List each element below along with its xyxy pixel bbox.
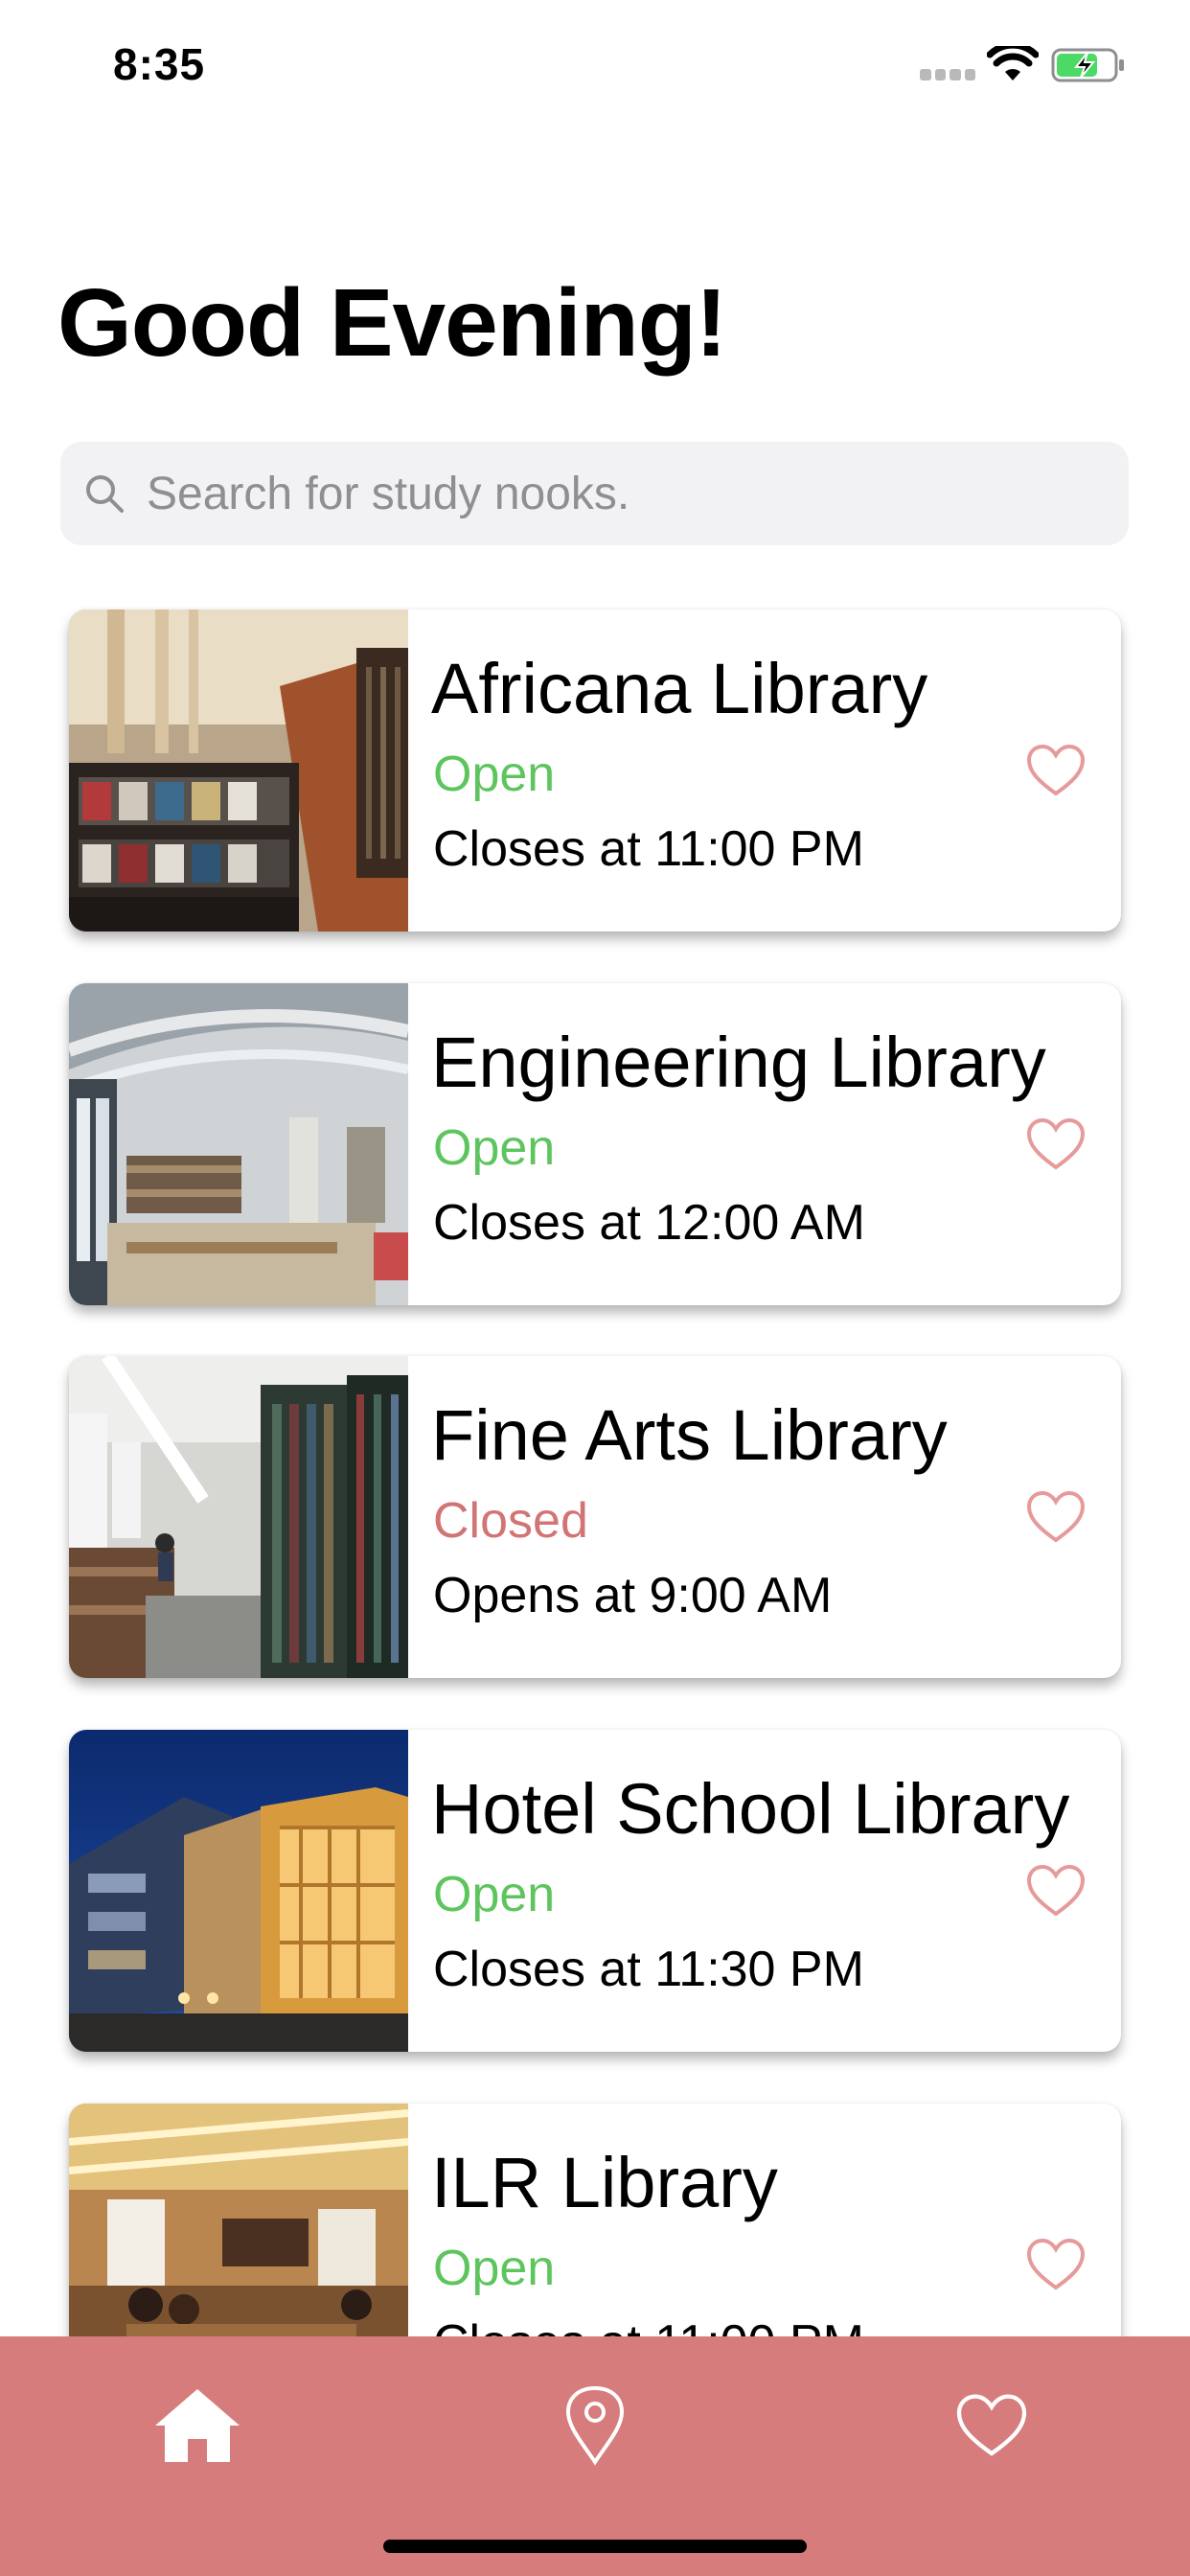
favorite-heart-icon[interactable] [1025,744,1087,797]
tab-home[interactable] [145,2373,250,2478]
library-name: Africana Library [431,649,928,728]
library-name: Engineering Library [431,1023,1046,1102]
library-hours: Closes at 11:00 PM [433,821,864,877]
favorite-heart-icon[interactable] [1025,1490,1087,1544]
search-input[interactable] [145,466,1059,521]
library-name: ILR Library [431,2143,778,2222]
favorite-heart-icon[interactable] [1025,1117,1087,1171]
home-icon [155,2389,240,2462]
library-card-hotel-school[interactable]: Hotel School Library Open Closes at 11:3… [69,1730,1121,2052]
library-photo [69,983,408,1305]
favorite-heart-icon[interactable] [1025,2238,1087,2291]
search-icon [86,475,124,513]
home-indicator[interactable] [383,2540,807,2553]
wifi-icon [987,46,1039,80]
status-bar: 8:35 [0,0,1190,126]
library-status: Open [433,1867,556,1922]
library-photo [69,1730,408,2052]
library-hours: Opens at 9:00 AM [433,1568,833,1623]
page-title: Good Evening! [57,269,727,377]
library-photo [69,1356,408,1678]
library-status: Open [433,1120,556,1176]
library-status: Closed [433,1493,588,1549]
tab-map[interactable] [542,2373,648,2478]
status-time: 8:35 [113,39,206,89]
library-hours: Closes at 12:00 AM [433,1195,865,1251]
library-status: Open [433,2241,556,2296]
library-photo [69,610,408,932]
library-card-engineering[interactable]: Engineering Library Open Closes at 12:00… [69,983,1121,1305]
library-name: Hotel School Library [431,1769,1070,1849]
library-name: Fine Arts Library [431,1395,948,1475]
heart-icon [956,2394,1027,2456]
search-bar[interactable] [60,442,1129,545]
library-hours: Closes at 11:30 PM [433,1942,864,1997]
tab-favorites[interactable] [939,2373,1044,2478]
map-pin-icon [565,2385,625,2466]
battery-charging-icon [1051,48,1124,82]
cellular-signal-icon [920,69,975,80]
library-status: Open [433,747,556,802]
favorite-heart-icon[interactable] [1025,1864,1087,1918]
library-card-fine-arts[interactable]: Fine Arts Library Closed Opens at 9:00 A… [69,1356,1121,1678]
library-card-africana[interactable]: Africana Library Open Closes at 11:00 PM [69,610,1121,932]
